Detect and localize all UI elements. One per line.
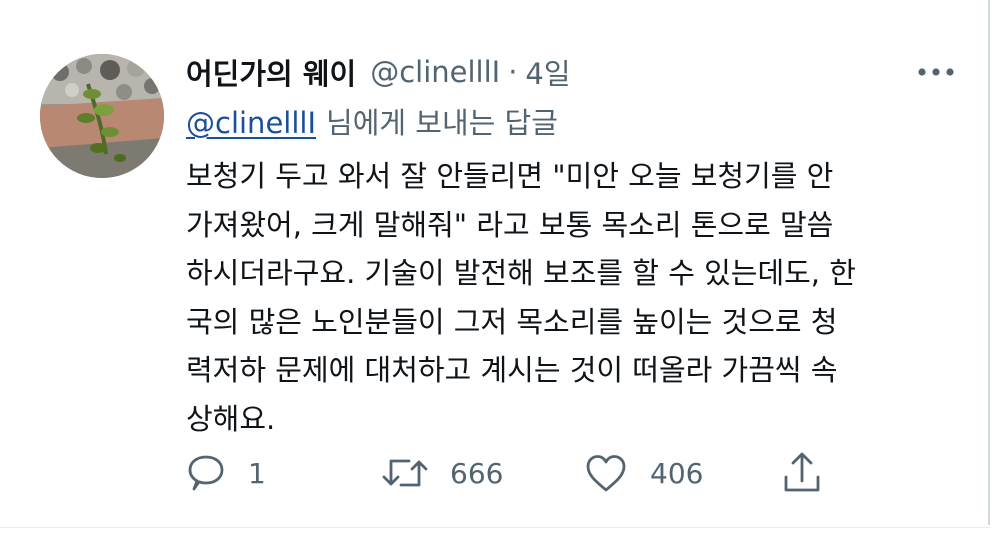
heart-icon — [586, 455, 626, 492]
like-count: 406 — [650, 456, 704, 490]
display-name[interactable]: 어딘가의 웨이 — [186, 51, 356, 93]
retweet-icon — [382, 459, 428, 487]
share-icon — [784, 452, 820, 492]
reply-mention-link[interactable]: @clinelllI — [186, 106, 316, 140]
reply-button[interactable]: 1 — [186, 448, 266, 498]
tweet-actions: 1 666 406 — [186, 448, 836, 498]
separator-dot: · — [508, 55, 518, 89]
tweet-text-line: 력저하 문제에 대처하고 계시는 것이 떠올라 가끔씩 속 — [186, 353, 838, 387]
retweet-button[interactable]: 666 — [382, 448, 503, 498]
avatar[interactable] — [40, 54, 164, 178]
more-options-button[interactable] — [912, 60, 960, 84]
timestamp[interactable]: 4일 — [525, 51, 570, 93]
tweet-divider — [0, 527, 990, 528]
tweet-text-line: 가져왔어, 크게 말해줘" 라고 보통 목소리 톤으로 말씀 — [186, 207, 834, 242]
tweet-text-line: 상해요. — [186, 401, 276, 436]
reply-icon — [188, 455, 224, 491]
tweet-header: 어딘가의 웨이 @clinelllI · 4일 — [186, 52, 571, 92]
user-handle[interactable]: @clinelllI — [370, 55, 500, 89]
tweet-card[interactable]: 어딘가의 웨이 @clinelllI · 4일 @clinelllI 님에게 보내… — [0, 0, 1000, 538]
tweet-text-line: 보청기 두고 와서 잘 안들리면 "미안 오늘 보청기를 안 — [186, 159, 834, 193]
tweet-text: 보청기 두고 와서 잘 안들리면 "미안 오늘 보청기를 안 가져왔어, 크게 … — [186, 152, 956, 443]
scrollbar-divider — [988, 0, 990, 525]
avatar-photo — [40, 54, 164, 178]
like-button[interactable]: 406 — [584, 448, 703, 498]
tweet-text-line: 국의 많은 노인분들이 그저 목소리를 높이는 것으로 청 — [186, 304, 838, 339]
reply-count: 1 — [248, 456, 266, 490]
retweet-count: 666 — [450, 456, 504, 490]
more-horizontal-icon — [918, 68, 954, 76]
share-button[interactable] — [782, 448, 822, 498]
tweet-text-line: 하시더라구요. 기술이 발전해 보조를 할 수 있는데도, 한 — [186, 256, 856, 290]
reply-context-label: 님에게 보내는 답글 — [326, 106, 558, 140]
reply-context: @clinelllI 님에게 보내는 답글 — [186, 100, 558, 142]
